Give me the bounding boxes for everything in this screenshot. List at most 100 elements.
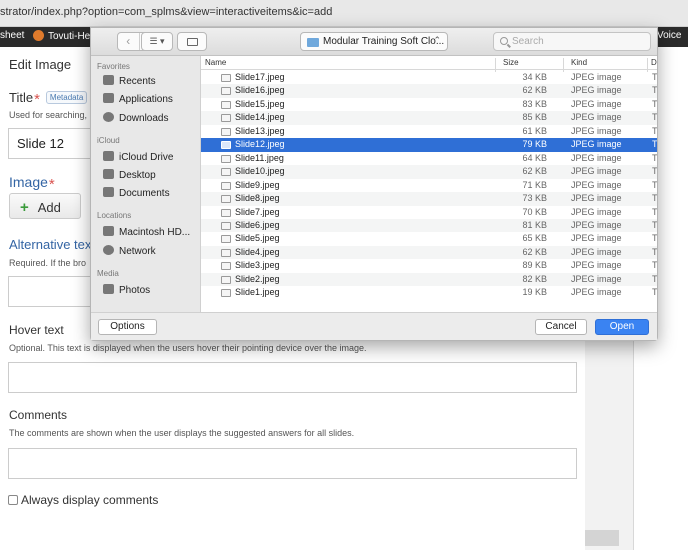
- column-extra[interactable]: D: [651, 58, 657, 67]
- hover-text-input[interactable]: [8, 362, 577, 393]
- file-row[interactable]: Slide16.jpeg 62 KB JPEG image T: [201, 84, 657, 98]
- location-label: Modular Training Soft Clo...: [323, 36, 445, 47]
- file-row[interactable]: Slide6.jpeg 81 KB JPEG image T: [201, 218, 657, 233]
- file-open-dialog: ‹ › ☰ ▾ Modular Training Soft Clo... ⌃ S…: [90, 27, 658, 341]
- always-display-checkbox[interactable]: [8, 495, 18, 505]
- sidebar-item-applications[interactable]: Applications: [103, 93, 173, 105]
- required-mark-image: *: [48, 176, 55, 193]
- column-kind[interactable]: Kind: [571, 58, 587, 67]
- cancel-button[interactable]: Cancel: [535, 319, 587, 335]
- file-size: 73 KB: [522, 193, 547, 204]
- blue-folder-icon: [307, 38, 319, 47]
- metadata-tag[interactable]: Metadata: [45, 91, 88, 104]
- title-label: Title* Metadata: [9, 90, 88, 108]
- file-kind: JPEG image: [571, 287, 622, 298]
- gutter-scrollbar[interactable]: [585, 530, 619, 546]
- file-name: Slide7.jpeg: [235, 206, 280, 217]
- documents-icon: [103, 187, 114, 197]
- address-bar[interactable]: strator/index.php?option=com_splms&view=…: [0, 0, 688, 27]
- file-name: Slide2.jpeg: [235, 273, 280, 284]
- add-image-button[interactable]: + Add: [9, 193, 81, 219]
- file-row[interactable]: Slide14.jpeg 85 KB JPEG image T: [201, 111, 657, 125]
- jpeg-file-icon: [221, 87, 231, 96]
- hard-drive-icon: [103, 226, 114, 236]
- comments-input[interactable]: [8, 448, 577, 479]
- file-extra: T: [652, 193, 657, 204]
- file-row[interactable]: Slide10.jpeg 62 KB JPEG image T: [201, 165, 657, 179]
- file-size: 34 KB: [522, 72, 547, 82]
- add-label: Add: [37, 200, 61, 215]
- file-row[interactable]: Slide4.jpeg 62 KB JPEG image T: [201, 245, 657, 260]
- sidebar-item-downloads[interactable]: Downloads: [103, 112, 168, 124]
- file-name: Slide8.jpeg: [235, 193, 280, 204]
- bookmark-tovuti-help[interactable]: Tovuti-Hel: [33, 30, 92, 42]
- jpeg-file-icon: [221, 114, 231, 123]
- url-text[interactable]: strator/index.php?option=com_splms&view=…: [0, 6, 332, 18]
- file-row[interactable]: Slide15.jpeg 83 KB JPEG image T: [201, 98, 657, 112]
- file-row[interactable]: Slide17.jpeg 34 KB JPEG image T: [201, 71, 657, 85]
- file-row[interactable]: Slide9.jpeg 71 KB JPEG image T: [201, 179, 657, 193]
- always-display-comments-row[interactable]: Always display comments: [8, 493, 158, 507]
- file-row[interactable]: Slide12.jpeg 79 KB JPEG image T: [201, 138, 657, 152]
- image-label-text: Image: [9, 174, 48, 190]
- bookmark-sheet[interactable]: sheet: [0, 30, 24, 41]
- file-size: 65 KB: [522, 233, 547, 244]
- file-size: 85 KB: [522, 112, 547, 123]
- title-help: Used for searching,: [9, 110, 88, 120]
- sidebar-item-documents[interactable]: Documents: [103, 187, 170, 199]
- jpeg-file-icon: [221, 248, 231, 257]
- jpeg-file-icon: [221, 275, 231, 284]
- file-name: Slide12.jpeg: [235, 139, 285, 150]
- file-row[interactable]: Slide13.jpeg 61 KB JPEG image T: [201, 125, 657, 139]
- options-button[interactable]: Options: [98, 319, 157, 335]
- file-row[interactable]: Slide3.jpeg 89 KB JPEG image T: [201, 259, 657, 273]
- bookmark-voice[interactable]: Voice: [657, 30, 681, 41]
- file-row[interactable]: Slide7.jpeg 70 KB JPEG image T: [201, 206, 657, 220]
- jpeg-file-icon: [221, 141, 231, 150]
- file-row[interactable]: Slide5.jpeg 65 KB JPEG image T: [201, 232, 657, 246]
- view-options-button[interactable]: ☰ ▾: [141, 32, 173, 51]
- location-popup[interactable]: Modular Training Soft Clo... ⌃: [300, 32, 448, 51]
- sidebar-item-desktop[interactable]: Desktop: [103, 169, 156, 181]
- file-extra: T: [652, 246, 657, 257]
- file-extra: T: [652, 260, 657, 271]
- jpeg-file-icon: [221, 208, 231, 217]
- sidebar-item-label: Desktop: [119, 170, 156, 181]
- search-field[interactable]: Search: [493, 32, 651, 51]
- sidebar-item-macintosh-hd[interactable]: Macintosh HD...: [103, 226, 190, 238]
- sidebar-item-network[interactable]: Network: [103, 245, 156, 257]
- file-kind: JPEG image: [571, 179, 622, 190]
- desktop-icon: [103, 169, 114, 179]
- column-size[interactable]: Size: [503, 58, 519, 67]
- file-name: Slide11.jpeg: [235, 152, 284, 163]
- sidebar-item-photos[interactable]: Photos: [103, 284, 150, 296]
- file-name: Slide6.jpeg: [235, 219, 280, 230]
- locations-header: Locations: [97, 211, 132, 220]
- always-display-label: Always display comments: [21, 493, 159, 507]
- file-row[interactable]: Slide2.jpeg 82 KB JPEG image T: [201, 272, 657, 287]
- file-extra: T: [652, 179, 657, 190]
- search-icon: [500, 37, 508, 45]
- jpeg-file-icon: [221, 181, 231, 190]
- file-row[interactable]: Slide8.jpeg 73 KB JPEG image T: [201, 192, 657, 206]
- media-header: Media: [97, 269, 119, 278]
- sidebar-item-label: Macintosh HD...: [119, 227, 191, 238]
- file-list: Name Size Kind D Slide17.jpeg 34 KB JPEG i…: [201, 56, 657, 312]
- applications-icon: [103, 93, 114, 103]
- jpeg-file-icon: [221, 100, 231, 109]
- column-name[interactable]: Name: [205, 58, 226, 67]
- sidebar-item-recents[interactable]: Recents: [103, 75, 156, 87]
- sidebar-item-label: Documents: [119, 188, 170, 199]
- sidebar-item-icloud-drive[interactable]: iCloud Drive: [103, 151, 173, 163]
- back-button[interactable]: ‹: [118, 33, 140, 50]
- alt-text-label: Alternative tex: [9, 237, 92, 252]
- file-kind: JPEG image: [571, 260, 622, 271]
- file-row[interactable]: Slide11.jpeg 64 KB JPEG image T: [201, 152, 657, 166]
- sidebar-item-label: Downloads: [119, 113, 169, 124]
- open-button[interactable]: Open: [595, 319, 649, 335]
- new-folder-button[interactable]: [177, 32, 207, 51]
- file-name: Slide17.jpeg: [235, 72, 285, 82]
- jpeg-file-icon: [221, 221, 231, 230]
- file-kind: JPEG image: [571, 112, 622, 123]
- file-row[interactable]: Slide1.jpeg 19 KB JPEG image T: [201, 286, 657, 300]
